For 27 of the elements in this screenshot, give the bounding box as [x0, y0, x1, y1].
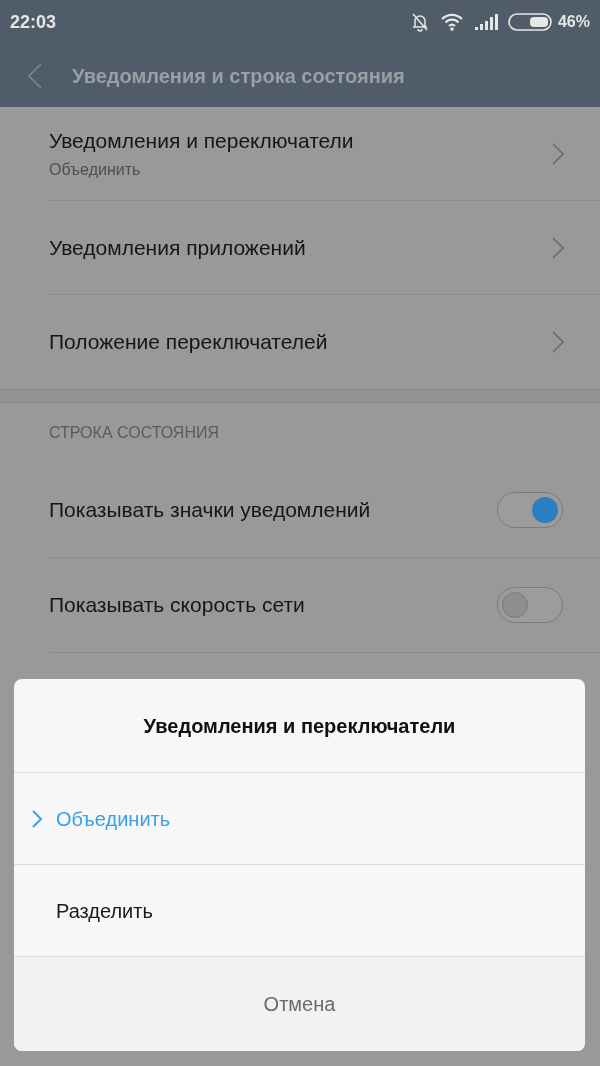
- row-title: Уведомления и переключатели: [49, 127, 355, 154]
- settings-row[interactable]: Показывать значки уведомлений: [49, 463, 600, 558]
- settings-row[interactable]: Уведомления и переключатели Объединить: [49, 107, 600, 201]
- muted-bell-icon: [409, 12, 430, 32]
- clock-time: 22:03: [10, 10, 57, 34]
- wifi-icon: [439, 13, 464, 31]
- signal-icon: [473, 14, 498, 30]
- settings-row[interactable]: Показывать скорость сети: [49, 558, 600, 653]
- back-button[interactable]: [28, 61, 44, 90]
- toggle-switch[interactable]: [497, 587, 563, 623]
- settings-row[interactable]: Положение переключателей: [49, 295, 600, 389]
- row-title: Показывать значки уведомлений: [49, 497, 372, 524]
- chevron-right-icon: [552, 142, 564, 165]
- chevron-right-icon: [32, 809, 42, 828]
- row-subtitle: Объединить: [49, 160, 142, 181]
- row-title: Показывать скорость сети: [49, 592, 306, 619]
- battery-percent: 46%: [557, 12, 590, 32]
- dialog-title: Уведомления и переключатели: [143, 713, 456, 739]
- page-title: Уведомления и строка состояния: [72, 63, 405, 89]
- chevron-right-icon: [552, 331, 564, 353]
- settings-row[interactable]: Уведомления приложений: [49, 201, 600, 295]
- battery-icon: [507, 13, 552, 31]
- row-title: Уведомления приложений: [49, 234, 307, 261]
- row-title: Положение переключателей: [49, 329, 329, 356]
- section-header: СТРОКА СОСТОЯНИЯ: [49, 423, 219, 443]
- toggle-switch[interactable]: [497, 492, 563, 528]
- chevron-right-icon: [552, 236, 564, 259]
